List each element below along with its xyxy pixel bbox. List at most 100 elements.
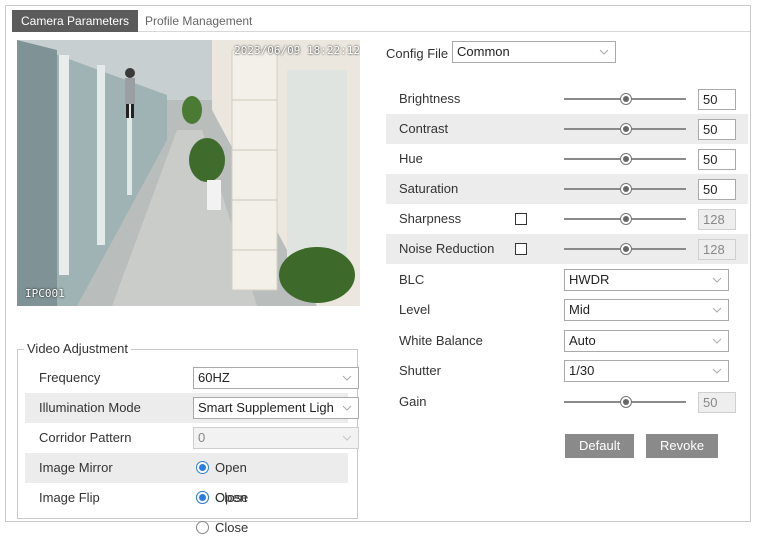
corridor-pattern-value: 0	[198, 430, 206, 445]
chevron-down-icon	[342, 435, 352, 441]
image-flip-open-label: Open	[215, 490, 247, 505]
radio-checked-icon	[196, 491, 209, 504]
sharpness-slider[interactable]	[564, 213, 686, 225]
blc-select[interactable]: HWDR	[564, 269, 729, 291]
illumination-mode-row: Illumination Mode Smart Supplement Ligh	[25, 393, 359, 423]
chevron-down-icon	[342, 405, 352, 411]
saturation-slider[interactable]	[564, 183, 686, 195]
frequency-label: Frequency	[39, 370, 101, 385]
gain-row: Gain 50	[386, 387, 748, 417]
camera-preview: 2023/06/09 18:22:12 IPC001	[17, 40, 360, 306]
gain-input: 50	[698, 392, 736, 413]
blc-label: BLC	[399, 272, 425, 287]
frequency-value: 60HZ	[198, 370, 230, 385]
config-file-select[interactable]: Common	[452, 41, 616, 63]
hue-input[interactable]: 50	[698, 149, 736, 170]
chevron-down-icon	[712, 307, 722, 313]
shutter-select[interactable]: 1/30	[564, 360, 729, 382]
corridor-pattern-select: 0	[193, 427, 359, 449]
chevron-down-icon	[599, 49, 609, 55]
level-label: Level	[399, 302, 431, 317]
noise-reduction-label: Noise Reduction	[399, 241, 495, 256]
image-mirror-row: Image Mirror Open Close	[25, 453, 348, 505]
blc-value: HWDR	[569, 272, 610, 287]
blc-row: BLC HWDR	[386, 265, 748, 295]
brightness-row: Brightness 50	[386, 84, 748, 114]
shutter-row: Shutter 1/30	[386, 356, 748, 386]
contrast-label: Contrast	[399, 121, 449, 136]
hue-row: Hue 50	[386, 144, 748, 174]
chevron-down-icon	[342, 375, 352, 381]
revoke-button[interactable]: Revoke	[646, 434, 719, 458]
video-adjustment-group: Video Adjustment Frequency 60HZ Illumina…	[17, 341, 359, 535]
image-mirror-open-label: Open	[215, 460, 247, 475]
white-balance-value: Auto	[569, 333, 596, 348]
chevron-down-icon	[712, 338, 722, 344]
slider-thumb[interactable]	[620, 93, 632, 105]
tab-bar: Camera Parameters Profile Management	[12, 10, 750, 32]
noise-reduction-checkbox[interactable]	[515, 243, 527, 255]
gain-label: Gain	[399, 394, 427, 409]
white-balance-select[interactable]: Auto	[564, 330, 729, 352]
osd-timestamp: 2023/06/09 18:22:12	[234, 44, 360, 57]
sharpness-checkbox[interactable]	[515, 213, 527, 225]
sharpness-label: Sharpness	[399, 211, 462, 226]
slider-thumb[interactable]	[620, 396, 632, 408]
image-flip-open-radio[interactable]: Open	[196, 483, 247, 513]
contrast-input[interactable]: 50	[698, 119, 736, 140]
level-value: Mid	[569, 302, 590, 317]
corridor-pattern-row: Corridor Pattern 0	[25, 423, 359, 453]
radio-unchecked-icon	[196, 521, 209, 534]
brightness-slider[interactable]	[564, 93, 686, 105]
slider-thumb[interactable]	[620, 213, 632, 225]
image-flip-radio-group: Open Close	[196, 483, 348, 535]
frequency-select[interactable]: 60HZ	[193, 367, 359, 389]
contrast-slider[interactable]	[564, 123, 686, 135]
contrast-row: Contrast 50	[386, 114, 748, 144]
corridor-pattern-label: Corridor Pattern	[39, 430, 132, 445]
radio-checked-icon	[196, 461, 209, 474]
sharpness-row: Sharpness 128	[386, 204, 748, 234]
slider-thumb[interactable]	[620, 153, 632, 165]
chevron-down-icon	[712, 368, 722, 374]
gain-slider[interactable]	[564, 396, 686, 408]
brightness-label: Brightness	[399, 91, 461, 106]
image-flip-row: Image Flip Open Close	[25, 483, 348, 535]
default-button[interactable]: Default	[565, 434, 635, 458]
chevron-down-icon	[712, 277, 722, 283]
slider-thumb[interactable]	[620, 123, 632, 135]
brightness-input[interactable]: 50	[698, 89, 736, 110]
noise-reduction-slider[interactable]	[564, 243, 686, 255]
level-row: Level Mid	[386, 295, 748, 325]
white-balance-label: White Balance	[399, 333, 483, 348]
osd-camera-name: IPC001	[25, 287, 65, 300]
level-select[interactable]: Mid	[564, 299, 729, 321]
noise-reduction-input: 128	[698, 239, 736, 260]
corridor-scene-image	[17, 40, 360, 306]
hue-slider[interactable]	[564, 153, 686, 165]
slider-thumb[interactable]	[620, 183, 632, 195]
image-mirror-open-radio[interactable]: Open	[196, 453, 247, 483]
saturation-row: Saturation 50	[386, 174, 748, 204]
image-flip-label: Image Flip	[39, 490, 100, 505]
hue-label: Hue	[399, 151, 423, 166]
frequency-row: Frequency 60HZ	[25, 363, 359, 393]
image-mirror-radio-group: Open Close	[196, 453, 348, 505]
tab-profile-management[interactable]: Profile Management	[136, 10, 261, 32]
tab-camera-parameters[interactable]: Camera Parameters	[12, 10, 139, 32]
shutter-label: Shutter	[399, 363, 441, 378]
saturation-label: Saturation	[399, 181, 459, 196]
config-file-value: Common	[457, 44, 510, 59]
illumination-mode-value: Smart Supplement Ligh	[198, 400, 334, 415]
video-adjustment-legend: Video Adjustment	[24, 341, 131, 356]
slider-thumb[interactable]	[620, 243, 632, 255]
noise-reduction-row: Noise Reduction 128	[386, 234, 748, 264]
saturation-input[interactable]: 50	[698, 179, 736, 200]
sharpness-input: 128	[698, 209, 736, 230]
image-flip-close-radio[interactable]: Close	[196, 513, 248, 543]
shutter-value: 1/30	[569, 363, 595, 378]
illumination-mode-label: Illumination Mode	[39, 400, 141, 415]
illumination-mode-select[interactable]: Smart Supplement Ligh	[193, 397, 359, 419]
config-file-label: Config File	[386, 46, 449, 61]
image-flip-close-label: Close	[215, 520, 249, 535]
